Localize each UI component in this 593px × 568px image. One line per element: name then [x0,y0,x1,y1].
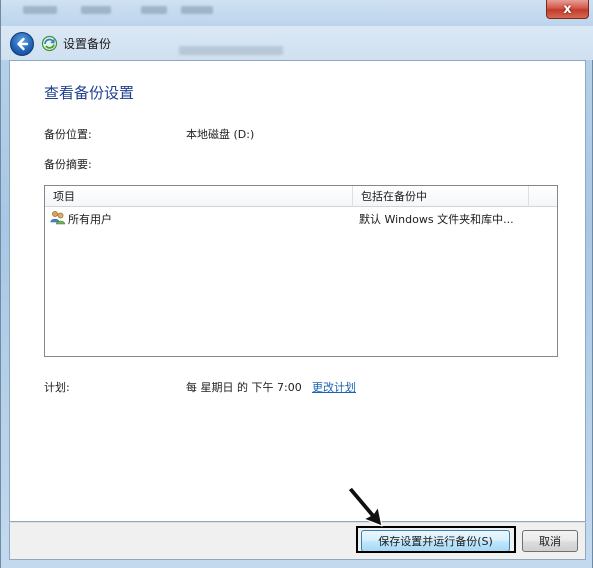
backup-location-label: 备份位置: [44,128,92,141]
back-button[interactable] [10,32,34,56]
save-and-run-backup-button[interactable]: 保存设置并运行备份(S) [361,530,510,552]
list-header: 项目 包括在备份中 [45,186,557,207]
nav-title: 设置备份 [63,37,112,51]
item-included: 默认 Windows 文件夹和库中... [359,213,514,226]
save-and-run-backup-label: 保存设置并运行备份(S) [378,535,493,548]
schedule-label: 计划: [44,381,70,394]
backup-summary-list[interactable]: 项目 包括在备份中 所有用户 默认 Windows 文件夹和库中... [44,185,558,357]
item-name: 所有用户 [68,213,112,226]
cancel-label: 取消 [539,535,561,548]
blurred-title-text [181,6,213,14]
blurred-title-text [81,6,111,14]
blurred-title-text [141,6,167,14]
close-button[interactable]: x [546,0,589,19]
change-schedule-link[interactable]: 更改计划 [312,379,356,395]
users-icon [50,211,66,225]
column-header-item[interactable]: 项目 [45,186,353,207]
window-frame: x 设置备份 查看备份设置 备份位置: 本地磁盘 (D:) 备份摘要: 项目 包… [0,0,593,568]
column-header-included[interactable]: 包括在备份中 [353,186,529,207]
close-icon: x [563,1,572,17]
backup-location-value: 本地磁盘 (D:) [186,128,255,141]
backup-icon [41,35,58,52]
content-panel: 查看备份设置 备份位置: 本地磁盘 (D:) 备份摘要: 项目 包括在备份中 所… [9,60,586,522]
title-bar: x [1,0,593,26]
blurred-background-text [179,46,283,55]
blurred-title-text [23,6,57,14]
back-arrow-icon [17,37,29,51]
backup-summary-label: 备份摘要: [44,158,92,171]
schedule-value: 每 星期日 的 下午 7:00 [186,381,302,394]
list-item[interactable]: 所有用户 默认 Windows 文件夹和库中... [45,209,557,227]
page-heading: 查看备份设置 [44,84,135,102]
navigation-bar: 设置备份 [1,26,593,60]
button-bar: 保存设置并运行备份(S) 取消 [9,522,586,560]
cancel-button[interactable]: 取消 [522,530,578,552]
